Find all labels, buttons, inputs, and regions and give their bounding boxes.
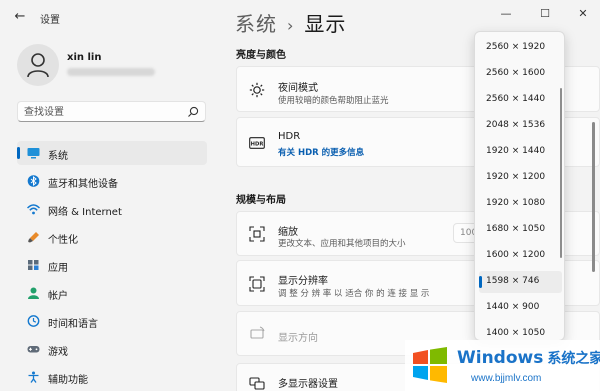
resolution-option[interactable]: 1920 × 1440 [479,141,562,163]
search-box[interactable] [17,101,206,122]
sidebar-item-accessibility[interactable]: 辅助功能 [17,365,207,389]
sidebar: xin lin 系统 蓝牙和其他设备 网络 & Internet 个性化 应用 … [0,34,218,391]
watermark-url: www.bjjmlv.com [471,373,542,384]
sidebar-item-label: 蓝牙和其他设备 [48,179,118,190]
sidebar-item-label: 时间和语言 [48,319,98,330]
scale-icon [249,226,265,242]
option-label: 1920 × 1440 [486,146,546,156]
app-title: 设置 [40,15,60,26]
option-label: 2560 × 1920 [486,42,546,52]
breadcrumb-current: 显示 [304,12,347,36]
resolution-title: 显示分辨率 [278,276,328,287]
watermark: Windows 系统之家 www.bjjmlv.com [405,340,600,391]
hdr-info-link[interactable]: 有关 HDR 的更多信息 [278,146,364,158]
resolution-option[interactable]: 1920 × 1200 [479,167,562,189]
brightness-icon [249,82,265,98]
selection-indicator [479,276,482,288]
selection-indicator [17,147,20,159]
option-label: 1598 × 746 [486,276,540,286]
close-icon[interactable]: ✕ [572,6,594,22]
option-label: 1600 × 1200 [486,250,546,260]
multi-display-title: 多显示器设置 [278,379,338,390]
multi-display-icon [249,377,265,390]
resolution-option[interactable]: 1600 × 1200 [479,245,562,267]
watermark-brand-suffix: 系统之家 [547,351,600,367]
option-label: 2560 × 1600 [486,68,546,78]
sidebar-item-label: 帐户 [48,291,68,302]
option-label: 1400 × 1050 [486,328,546,338]
watermark-brand: Windows 系统之家 [457,348,600,368]
sidebar-item-label: 系统 [48,151,68,162]
section-heading-layout: 规模与布局 [236,195,286,206]
breadcrumb-system[interactable]: 系统 [235,12,277,36]
brush-icon [28,232,39,243]
bluetooth-icon [27,175,40,187]
page-scrollbar[interactable] [592,122,595,272]
watermark-brand-text: Windows [457,348,544,368]
option-label: 2048 × 1536 [486,120,546,130]
page-title: 系统 › 显示 [235,8,346,37]
sidebar-item-label: 应用 [48,263,68,274]
scale-subtitle: 更改文本、应用和其他项目的大小 [278,239,406,249]
sidebar-item-gaming[interactable]: 游戏 [17,337,207,361]
resolution-option[interactable]: 2560 × 1920 [479,37,562,59]
accessibility-icon [28,371,39,383]
resolution-option[interactable]: 2048 × 1536 [479,115,562,137]
person-icon [27,53,49,78]
resolution-option-selected[interactable]: 1598 × 746 [479,271,562,293]
resolution-option[interactable]: 1680 × 1050 [479,219,562,241]
option-label: 1440 × 900 [486,302,540,312]
sidebar-item-label: 网络 & Internet [48,207,122,218]
resolution-option[interactable]: 2560 × 1440 [479,89,562,111]
option-label: 1920 × 1080 [486,198,546,208]
resolution-option[interactable]: 1400 × 1050 [479,323,562,340]
resolution-icon [249,276,265,292]
resolution-option[interactable]: 1920 × 1080 [479,193,562,215]
sidebar-item-network[interactable]: 网络 & Internet [17,197,207,221]
resolution-subtitle: 调 整 分 辨 率 以 适合 你 的 连 接 显 示 [278,289,430,299]
dropdown-scrollbar[interactable] [560,88,562,258]
hdr-icon: HDR [249,137,265,149]
user-name: xin lin [67,52,102,63]
gamepad-icon [27,346,40,353]
orientation-icon [250,326,265,339]
option-label: 1680 × 1050 [486,224,546,234]
apps-icon [28,260,39,270]
sidebar-item-label: 辅助功能 [48,375,88,386]
sidebar-item-apps[interactable]: 应用 [17,253,207,277]
sidebar-item-label: 个性化 [48,235,78,246]
wifi-icon [27,204,40,215]
avatar[interactable] [17,44,59,86]
sidebar-item-personalization[interactable]: 个性化 [17,225,207,249]
hdr-title: HDR [278,131,301,142]
sidebar-item-system[interactable]: 系统 [17,141,207,165]
back-arrow-icon[interactable]: ← [12,9,28,25]
svg-text:HDR: HDR [251,142,264,148]
system-icon [27,148,40,159]
minimize-icon[interactable]: — [495,6,517,22]
night-light-subtitle: 使用较暗的颜色帮助阻止蓝光 [278,96,389,106]
account-icon [28,287,39,299]
user-email-redacted [67,68,155,76]
sidebar-item-time-language[interactable]: 时间和语言 [17,309,207,333]
resolution-option[interactable]: 2560 × 1600 [479,63,562,85]
search-icon[interactable] [187,106,199,118]
clock-icon [27,315,40,327]
option-label: 2560 × 1440 [486,94,546,104]
windows-logo-icon [413,347,447,383]
option-label: 1920 × 1200 [486,172,546,182]
sidebar-item-label: 游戏 [48,347,68,358]
resolution-dropdown-list: 2560 × 1920 2560 × 1600 2560 × 1440 2048… [474,31,565,341]
resolution-option[interactable]: 1440 × 900 [479,297,562,319]
orientation-title: 显示方向 [278,333,318,344]
section-heading-brightness: 亮度与颜色 [236,50,286,61]
search-input[interactable] [24,105,184,119]
breadcrumb-separator: › [287,16,295,35]
scale-title: 缩放 [278,227,298,238]
maximize-icon[interactable]: ☐ [534,6,556,22]
sidebar-item-accounts[interactable]: 帐户 [17,281,207,305]
sidebar-item-bluetooth[interactable]: 蓝牙和其他设备 [17,169,207,193]
night-light-title: 夜间模式 [278,83,318,94]
